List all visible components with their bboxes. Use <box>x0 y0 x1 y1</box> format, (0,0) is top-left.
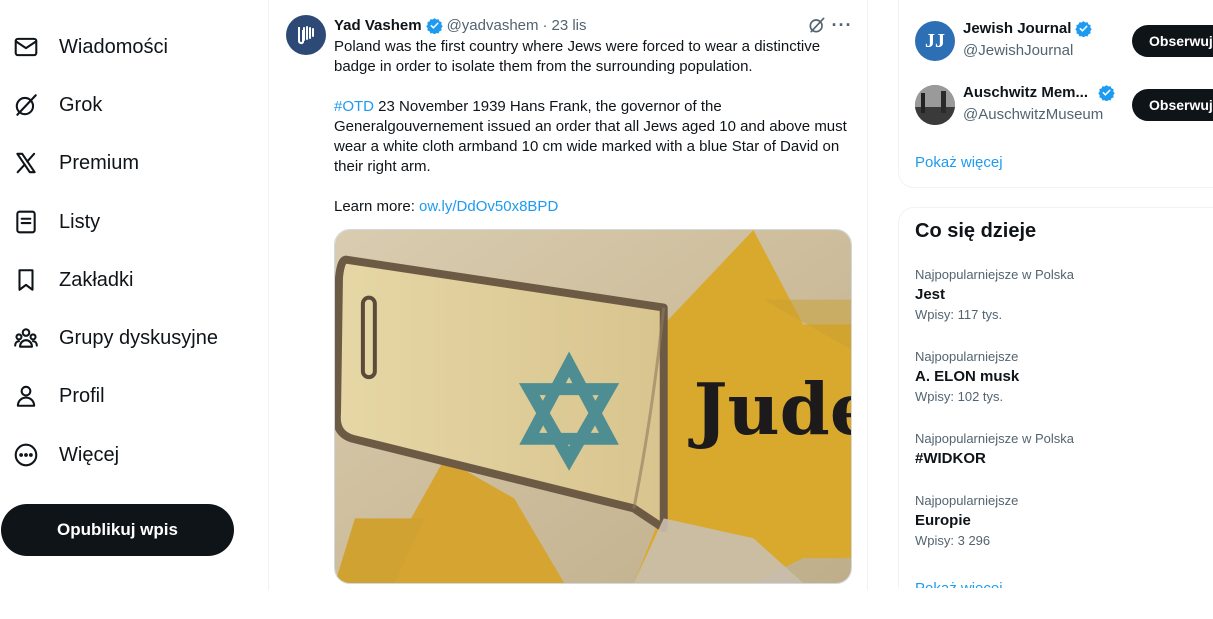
avatar[interactable] <box>286 15 326 55</box>
trend-item[interactable]: Najpopularniejsze w Polska #WIDKOR <box>915 431 1213 469</box>
nav-item-premium[interactable]: Premium <box>12 138 139 188</box>
account-handle[interactable]: @AuschwitzMuseum <box>963 106 1103 123</box>
tweet-date[interactable]: 23 lis <box>552 17 587 34</box>
bookmark-icon <box>12 266 40 294</box>
nav-label-bookmarks: Zakładki <box>59 268 134 291</box>
verified-badge-icon <box>1075 21 1093 37</box>
tweet-paragraph-3: Learn more: ow.ly/DdOv50x8BPD <box>334 197 854 217</box>
nav-item-messages[interactable]: Wiadomości <box>12 22 168 72</box>
separator-dot: · <box>542 16 548 34</box>
avatar[interactable]: JJ <box>915 21 955 61</box>
trend-item[interactable]: Najpopularniejsze A. ELON musk Wpisy: 10… <box>915 349 1213 405</box>
nav-item-bookmarks[interactable]: Zakładki <box>12 255 133 305</box>
primary-navigation: Wiadomości Grok Premium Listy Zakładki G… <box>0 0 268 619</box>
follow-button[interactable]: Obserwuj <box>1132 25 1213 57</box>
nav-item-lists[interactable]: Listy <box>12 197 100 247</box>
nav-item-profile[interactable]: Profil <box>12 371 105 421</box>
trend-context: Najpopularniejsze w Polska <box>915 431 1074 446</box>
author-handle[interactable]: @yadvashem <box>447 17 539 34</box>
trend-context: Najpopularniejsze <box>915 349 1019 364</box>
nav-label-grok: Grok <box>59 93 103 116</box>
nav-label-premium: Premium <box>59 151 140 174</box>
tweet-header: Yad Vashem @yadvashem · 23 lis <box>334 15 587 35</box>
trend-name: A. ELON musk <box>915 368 1020 385</box>
external-link[interactable]: ow.ly/DdOv50x8BPD <box>419 198 558 215</box>
profile-icon <box>12 382 40 410</box>
trend-count: Wpisy: 3 296 <box>915 533 991 548</box>
communities-icon <box>12 324 40 352</box>
tweet-paragraph-2: #OTD 23 November 1939 Hans Frank, the go… <box>334 97 854 177</box>
more-circle-icon <box>12 441 40 469</box>
grok-icon <box>12 91 40 119</box>
hashtag-link[interactable]: #OTD <box>334 98 374 115</box>
follow-button[interactable]: Obserwuj <box>1132 89 1213 121</box>
trend-name: Europie <box>915 512 971 529</box>
nav-item-grok[interactable]: Grok <box>12 80 102 130</box>
nav-label-messages: Wiadomości <box>59 35 168 58</box>
avatar[interactable] <box>915 85 955 125</box>
trend-context: Najpopularniejsze w Polska <box>915 267 1074 282</box>
tweet-paragraph-2-text: 23 November 1939 Hans Frank, the governo… <box>334 98 847 175</box>
learn-more-text: Learn more: <box>334 198 420 215</box>
who-to-follow-card: JJ Jewish Journal @JewishJournal Obserwu… <box>898 0 1213 188</box>
trend-name: Jest <box>915 286 946 303</box>
list-icon <box>12 208 40 236</box>
tweet-paragraph-1: Poland was the first country where Jews … <box>334 38 821 75</box>
jewish-journal-logo-icon: JJ <box>925 29 945 52</box>
author-name[interactable]: Yad Vashem <box>334 17 422 34</box>
nav-label-lists: Listy <box>59 210 101 233</box>
grok-icon[interactable] <box>807 15 827 35</box>
viewport-cutoff <box>898 588 1213 619</box>
trend-item[interactable]: Najpopularniejsze w Polska Jest Wpisy: 1… <box>915 267 1213 323</box>
mail-icon <box>12 33 40 61</box>
timeline-column: Yad Vashem @yadvashem · 23 lis ··· Polan… <box>268 0 868 590</box>
auschwitz-photo-icon <box>915 85 955 125</box>
trend-item[interactable]: Najpopularniejsze Europie Wpisy: 3 296 <box>915 493 1213 549</box>
verified-badge-icon <box>425 17 443 34</box>
post-button[interactable]: Opublikuj wpis <box>1 504 234 556</box>
trend-count: Wpisy: 102 tys. <box>915 389 1004 404</box>
account-handle[interactable]: @JewishJournal <box>963 42 1073 59</box>
more-options-icon[interactable]: ··· <box>832 15 852 35</box>
verified-badge-icon <box>1098 85 1115 101</box>
nav-label-more: Więcej <box>59 443 120 466</box>
account-name-text: Jewish Journal <box>963 20 1072 37</box>
tweet-media-image[interactable]: Jude <box>334 229 852 584</box>
account-name-text: Auschwitz Mem... <box>963 84 1089 101</box>
tweet-text: Poland was the first country where Jews … <box>334 37 854 217</box>
jude-text: Jude <box>688 367 851 451</box>
trend-count: Wpisy: 117 tys. <box>915 307 1003 322</box>
nav-item-communities[interactable]: Grupy dyskusyjne <box>12 313 218 363</box>
nav-item-more[interactable]: Więcej <box>12 430 119 480</box>
yad-vashem-logo-icon <box>298 26 314 45</box>
x-logo-icon <box>12 149 40 177</box>
account-name[interactable]: Auschwitz Mem... <box>963 84 1115 101</box>
show-more-link[interactable]: Pokaż więcej <box>915 154 1003 171</box>
trends-title: Co się dzieje <box>915 220 1037 242</box>
trend-name: #WIDKOR <box>915 450 986 467</box>
account-name[interactable]: Jewish Journal <box>963 20 1093 37</box>
trends-card: Co się dzieje Najpopularniejsze w Polska… <box>898 207 1213 619</box>
sidebar-right: JJ Jewish Journal @JewishJournal Obserwu… <box>898 0 1213 619</box>
trend-context: Najpopularniejsze <box>915 493 1019 508</box>
nav-label-communities: Grupy dyskusyjne <box>59 326 218 349</box>
nav-label-profile: Profil <box>59 384 105 407</box>
